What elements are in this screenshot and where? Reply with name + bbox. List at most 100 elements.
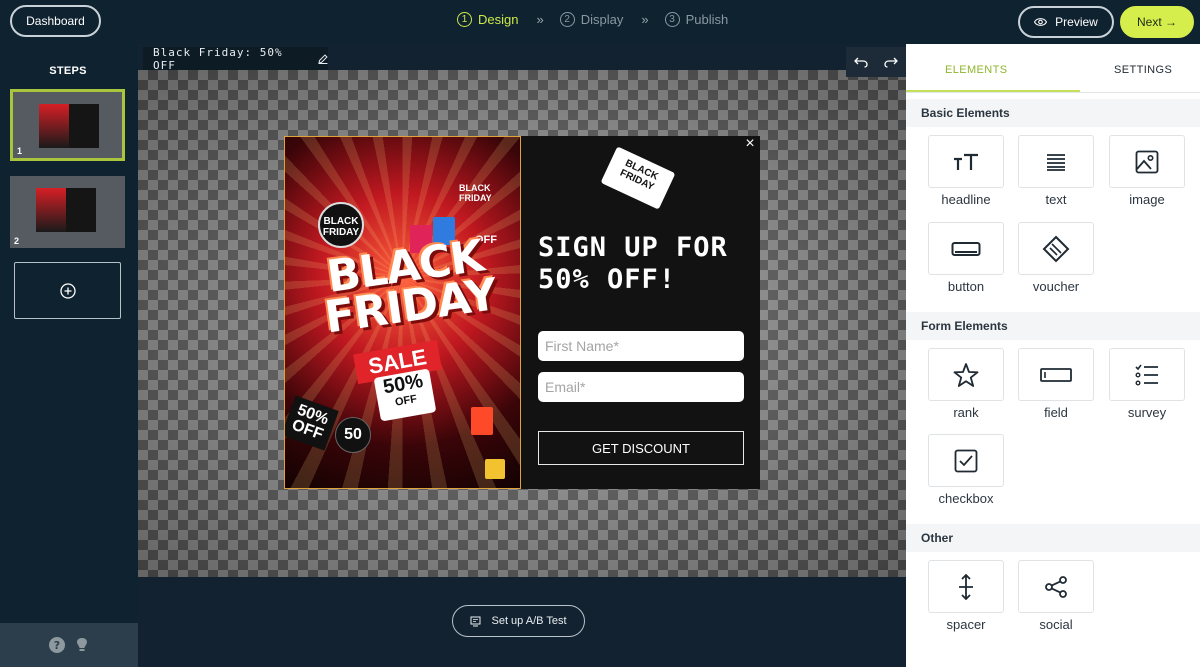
dashboard-button[interactable]: Dashboard (10, 5, 101, 37)
step-label: Design (478, 12, 519, 27)
button-icon (951, 241, 981, 256)
field-element-tile[interactable] (1018, 348, 1094, 401)
tile-label: rank (953, 405, 979, 420)
ab-test-button[interactable]: Set up A/B Test (452, 605, 585, 637)
basic-elements-title: Basic Elements (921, 106, 1010, 120)
survey-icon (1135, 364, 1158, 386)
popup-headline[interactable]: SIGN UP FOR 50% OFF! (538, 232, 748, 296)
chevron-double-right-icon: » (536, 12, 543, 27)
pencil-icon[interactable] (318, 53, 328, 64)
campaign-title[interactable]: Black Friday: 50% OFF (143, 45, 328, 72)
step-number: 1 (457, 12, 472, 27)
step-design[interactable]: 1 Design (457, 12, 518, 27)
step-label: Display (580, 12, 624, 27)
tile-label: spacer (946, 617, 986, 632)
svg-text:?: ? (54, 639, 60, 652)
tile-label: headline (941, 192, 991, 207)
popup-form-panel: × BLACK FRIDAY SIGN UP FOR 50% OFF! Firs… (521, 136, 760, 489)
poster-circle-badge: BLACK FRIDAY (318, 202, 364, 248)
campaign-title-text: Black Friday: 50% OFF (153, 45, 283, 72)
thumbnail-form (69, 104, 99, 148)
step-label: Publish (685, 12, 729, 27)
step-thumbnail-1[interactable]: 1 (10, 89, 125, 161)
voucher-element-tile[interactable] (1018, 222, 1094, 275)
popup-preview[interactable]: BLACK FRIDAY BLACK FRIDAY OFF BLACK FRID… (284, 136, 760, 489)
spacer-element-tile[interactable] (928, 560, 1004, 613)
active-tab-indicator (906, 90, 1080, 92)
close-icon[interactable]: × (743, 136, 757, 152)
form-elements-title: Form Elements (921, 319, 1008, 333)
steps-sidebar: STEPS 1 2 ? (0, 44, 138, 667)
lightbulb-icon[interactable] (75, 637, 89, 653)
step-display[interactable]: 2 Display (559, 12, 624, 27)
image-element-tile[interactable] (1109, 135, 1185, 188)
get-discount-button[interactable]: GET DISCOUNT (538, 431, 744, 465)
survey-element-tile[interactable] (1109, 348, 1185, 401)
undo-icon[interactable] (854, 56, 868, 68)
tile-label: image (1129, 192, 1165, 207)
shopping-bag-icon (471, 407, 493, 435)
step-number: 2 (559, 12, 575, 27)
wizard-steps: 1 Design » 2 Display » 3 Publish (457, 12, 728, 27)
share-icon (1045, 575, 1067, 598)
flask-icon (470, 616, 481, 626)
tile-label: social (1039, 617, 1073, 632)
text-icon (1047, 153, 1065, 171)
gift-box-icon (485, 459, 505, 479)
step-publish[interactable]: 3 Publish (664, 12, 729, 27)
thumbnail-image (39, 104, 69, 148)
thumbnail-number: 1 (17, 146, 23, 156)
redo-icon[interactable] (884, 56, 898, 68)
other-title: Other (921, 531, 954, 545)
email-field[interactable]: Email* (538, 372, 744, 402)
tab-elements[interactable]: ELEMENTS (945, 64, 1008, 76)
preview-label: Preview (1055, 15, 1098, 29)
tile-label: field (1044, 405, 1068, 420)
rank-element-tile[interactable] (928, 348, 1004, 401)
black-friday-poster-image[interactable]: BLACK FRIDAY BLACK FRIDAY OFF BLACK FRID… (284, 136, 521, 489)
field-icon (1040, 367, 1072, 382)
sidebar-footer: ? (0, 623, 138, 667)
step-number: 3 (664, 12, 680, 27)
panel-tabs: ELEMENTS SETTINGS (906, 44, 1200, 93)
poster-circle-50: 50 (335, 417, 371, 453)
spacer-icon (959, 573, 973, 600)
thumbnail-number: 2 (14, 236, 20, 246)
first-name-field[interactable]: First Name* (538, 331, 744, 361)
tile-label: voucher (1032, 279, 1080, 294)
eye-icon (1034, 18, 1048, 26)
step-thumbnail-2[interactable]: 2 (10, 176, 125, 248)
help-icon[interactable]: ? (49, 637, 65, 653)
social-element-tile[interactable] (1018, 560, 1094, 613)
tile-label: text (1045, 192, 1067, 207)
text-element-tile[interactable] (1018, 135, 1094, 188)
poster-tag-label: BLACK FRIDAY (459, 183, 492, 203)
undo-redo-group (846, 47, 906, 77)
plus-circle-icon (59, 282, 76, 299)
image-icon (1135, 150, 1159, 173)
preview-button[interactable]: Preview (1018, 6, 1114, 38)
thumbnail-form (66, 188, 96, 232)
next-button[interactable]: Next → (1120, 6, 1194, 38)
star-icon (953, 362, 979, 387)
button-element-tile[interactable] (928, 222, 1004, 275)
checkbox-icon (954, 449, 978, 472)
price-tag-graphic: BLACK FRIDAY (600, 146, 676, 210)
checkbox-element-tile[interactable] (928, 434, 1004, 487)
elements-panel: ELEMENTS SETTINGS Basic Elements headlin… (906, 44, 1200, 667)
tile-label: button (947, 279, 985, 294)
tile-label: survey (1127, 405, 1167, 420)
tab-settings[interactable]: SETTINGS (1114, 64, 1172, 76)
add-step-button[interactable] (14, 262, 121, 319)
headline-icon (954, 153, 978, 170)
next-label: Next → (1136, 15, 1177, 29)
thumbnail-image (36, 188, 66, 232)
tile-label: checkbox (938, 491, 994, 506)
headline-element-tile[interactable] (928, 135, 1004, 188)
dashboard-label: Dashboard (26, 14, 85, 28)
top-bar: Dashboard 1 Design » 2 Display » 3 Publi… (0, 0, 1200, 44)
voucher-icon (1042, 235, 1070, 262)
chevron-double-right-icon: » (641, 12, 648, 27)
ab-test-label: Set up A/B Test (491, 615, 567, 627)
steps-title: STEPS (49, 65, 87, 77)
